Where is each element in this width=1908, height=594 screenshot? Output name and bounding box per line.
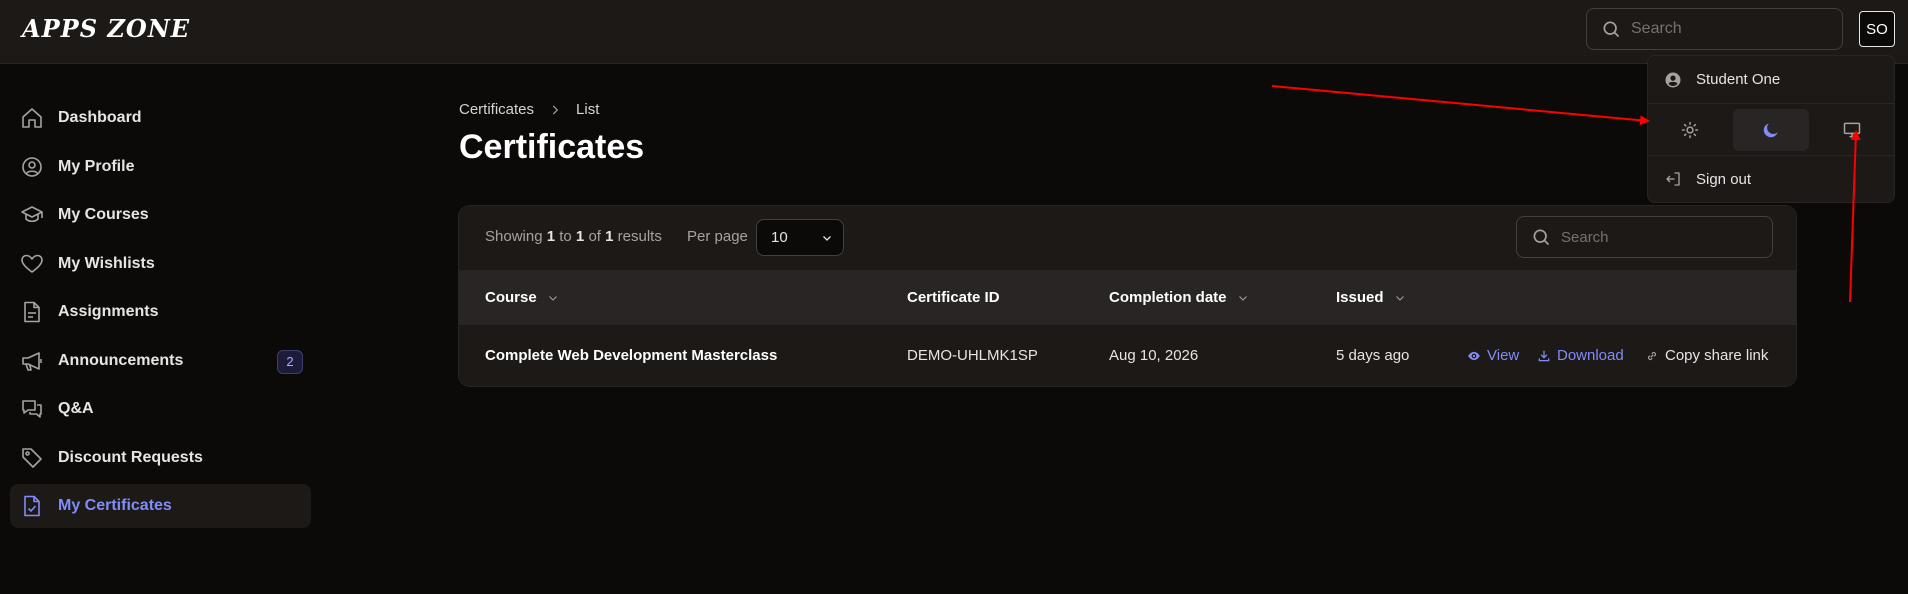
user-menu-dropdown: Student One Sign out: [1647, 55, 1895, 203]
theme-switcher: [1648, 104, 1894, 156]
theme-dark-button[interactable]: [1733, 108, 1809, 151]
page-title: Certificates: [459, 128, 645, 166]
column-header-completion-date[interactable]: Completion date: [1109, 289, 1249, 306]
table-search[interactable]: [1516, 216, 1773, 258]
copy-share-link-label: Copy share link: [1665, 347, 1769, 364]
chevron-down-icon: [548, 295, 557, 301]
copy-share-link-button[interactable]: Copy share link: [1645, 347, 1768, 364]
heart-icon: [21, 254, 43, 273]
top-bar: APPS ZONE SO: [0, 0, 1908, 64]
sidebar-item-discount-requests[interactable]: Discount Requests: [10, 436, 311, 480]
home-icon: [22, 108, 42, 128]
column-header-label: Course: [485, 289, 537, 306]
monitor-icon: [1843, 122, 1861, 137]
download-link-label: Download: [1557, 347, 1624, 364]
eye-icon: [1468, 351, 1480, 360]
column-header-issued[interactable]: Issued: [1336, 289, 1406, 306]
download-icon: [1538, 350, 1550, 361]
document-icon: [24, 301, 40, 323]
graduation-cap-icon: [21, 206, 43, 223]
megaphone-icon: [22, 351, 42, 371]
user-menu-header: Student One: [1648, 56, 1894, 104]
sign-out-icon: [1666, 172, 1680, 186]
sidebar-item-label: Assignments: [58, 303, 159, 320]
cell-issued: 5 days ago: [1336, 347, 1410, 364]
annotation-arrow-horizontal: [1271, 85, 1650, 126]
showing-prefix: Showing: [485, 228, 543, 245]
sidebar-item-label: Dashboard: [58, 109, 142, 126]
link-icon: [1647, 351, 1657, 360]
sidebar-item-dashboard[interactable]: Dashboard: [10, 96, 311, 140]
theme-light-button[interactable]: [1652, 109, 1728, 151]
sign-out-button[interactable]: Sign out: [1648, 156, 1894, 202]
sidebar-item-label: Q&A: [58, 400, 94, 417]
pagination-summary: Showing 1 to 1 of 1 results: [485, 228, 662, 245]
global-search-input[interactable]: [1631, 20, 1831, 38]
download-certificate-link[interactable]: Download: [1537, 347, 1624, 364]
sidebar-item-label: Discount Requests: [58, 448, 203, 466]
moon-icon: [1763, 122, 1778, 137]
per-page-select[interactable]: 10: [756, 219, 844, 256]
cell-course: Complete Web Development Masterclass: [485, 347, 778, 364]
global-search[interactable]: [1586, 8, 1843, 50]
sidebar-item-my-courses[interactable]: My Courses: [10, 193, 311, 237]
showing-of-word: of: [588, 228, 601, 245]
showing-results-word: results: [617, 228, 662, 245]
showing-total: 1: [605, 228, 614, 245]
chevron-right-icon: [552, 105, 559, 114]
sidebar-item-label: My Profile: [58, 157, 135, 175]
certificate-icon: [24, 495, 40, 517]
table-toolbar: Showing 1 to 1 of 1 results Per page 10: [459, 206, 1796, 271]
user-circle-icon: [1665, 72, 1681, 87]
user-menu-name: Student One: [1696, 71, 1781, 88]
column-header-label: Certificate ID: [907, 289, 1000, 306]
announcements-count-badge: 2: [277, 349, 303, 374]
sidebar-item-my-wishlists[interactable]: My Wishlists: [10, 242, 311, 286]
sidebar-nav: Dashboard My Profile My Courses My Wishl…: [10, 96, 311, 533]
table-search-input[interactable]: [1561, 228, 1761, 246]
chevron-down-icon: [823, 236, 831, 241]
showing-to: 1: [575, 228, 585, 245]
sidebar-item-label: Announcements: [58, 351, 184, 369]
column-header-certificate-id: Certificate ID: [907, 289, 1000, 306]
per-page-label: Per page: [687, 228, 748, 245]
table-row: Complete Web Development Masterclass DEM…: [459, 326, 1796, 386]
chat-bubbles-icon: [22, 400, 42, 418]
search-icon: [1603, 21, 1620, 38]
breadcrumb: Certificates List: [459, 101, 599, 118]
breadcrumb-current: List: [576, 101, 600, 118]
user-avatar-button[interactable]: SO: [1859, 11, 1895, 47]
sidebar-item-label: My Courses: [58, 206, 149, 223]
showing-to-word: to: [559, 228, 572, 245]
sign-out-label: Sign out: [1696, 170, 1752, 188]
sidebar-item-label: My Wishlists: [58, 254, 155, 272]
app-logo[interactable]: APPS ZONE: [22, 14, 190, 43]
view-link-label: View: [1487, 347, 1520, 364]
cell-completion-date: Aug 10, 2026: [1109, 347, 1199, 364]
chevron-down-icon: [1395, 295, 1404, 301]
sidebar-item-assignments[interactable]: Assignments: [10, 290, 311, 334]
user-circle-icon: [22, 156, 42, 177]
view-certificate-link[interactable]: View: [1467, 347, 1519, 364]
sidebar-item-my-profile[interactable]: My Profile: [10, 145, 311, 189]
tag-icon: [22, 447, 42, 468]
column-header-course[interactable]: Course: [485, 289, 559, 306]
sidebar-item-my-certificates[interactable]: My Certificates: [10, 484, 311, 528]
chevron-down-icon: [1238, 295, 1247, 301]
sidebar-item-announcements[interactable]: Announcements 2: [10, 339, 311, 383]
showing-from: 1: [546, 228, 556, 245]
search-icon: [1533, 229, 1550, 246]
column-header-label: Issued: [1336, 289, 1384, 306]
sun-icon: [1681, 121, 1699, 138]
column-header-label: Completion date: [1109, 289, 1227, 306]
per-page-value: 10: [771, 229, 788, 246]
theme-system-button[interactable]: [1814, 109, 1890, 151]
sidebar-item-label: My Certificates: [58, 497, 172, 514]
cell-certificate-id: DEMO-UHLMK1SP: [907, 347, 1038, 364]
breadcrumb-parent-link[interactable]: Certificates: [459, 101, 534, 118]
table-header: Course Certificate ID Completion date Is…: [459, 271, 1796, 326]
certificates-table: Showing 1 to 1 of 1 results Per page 10 …: [458, 205, 1797, 387]
sidebar-item-qa[interactable]: Q&A: [10, 387, 311, 431]
